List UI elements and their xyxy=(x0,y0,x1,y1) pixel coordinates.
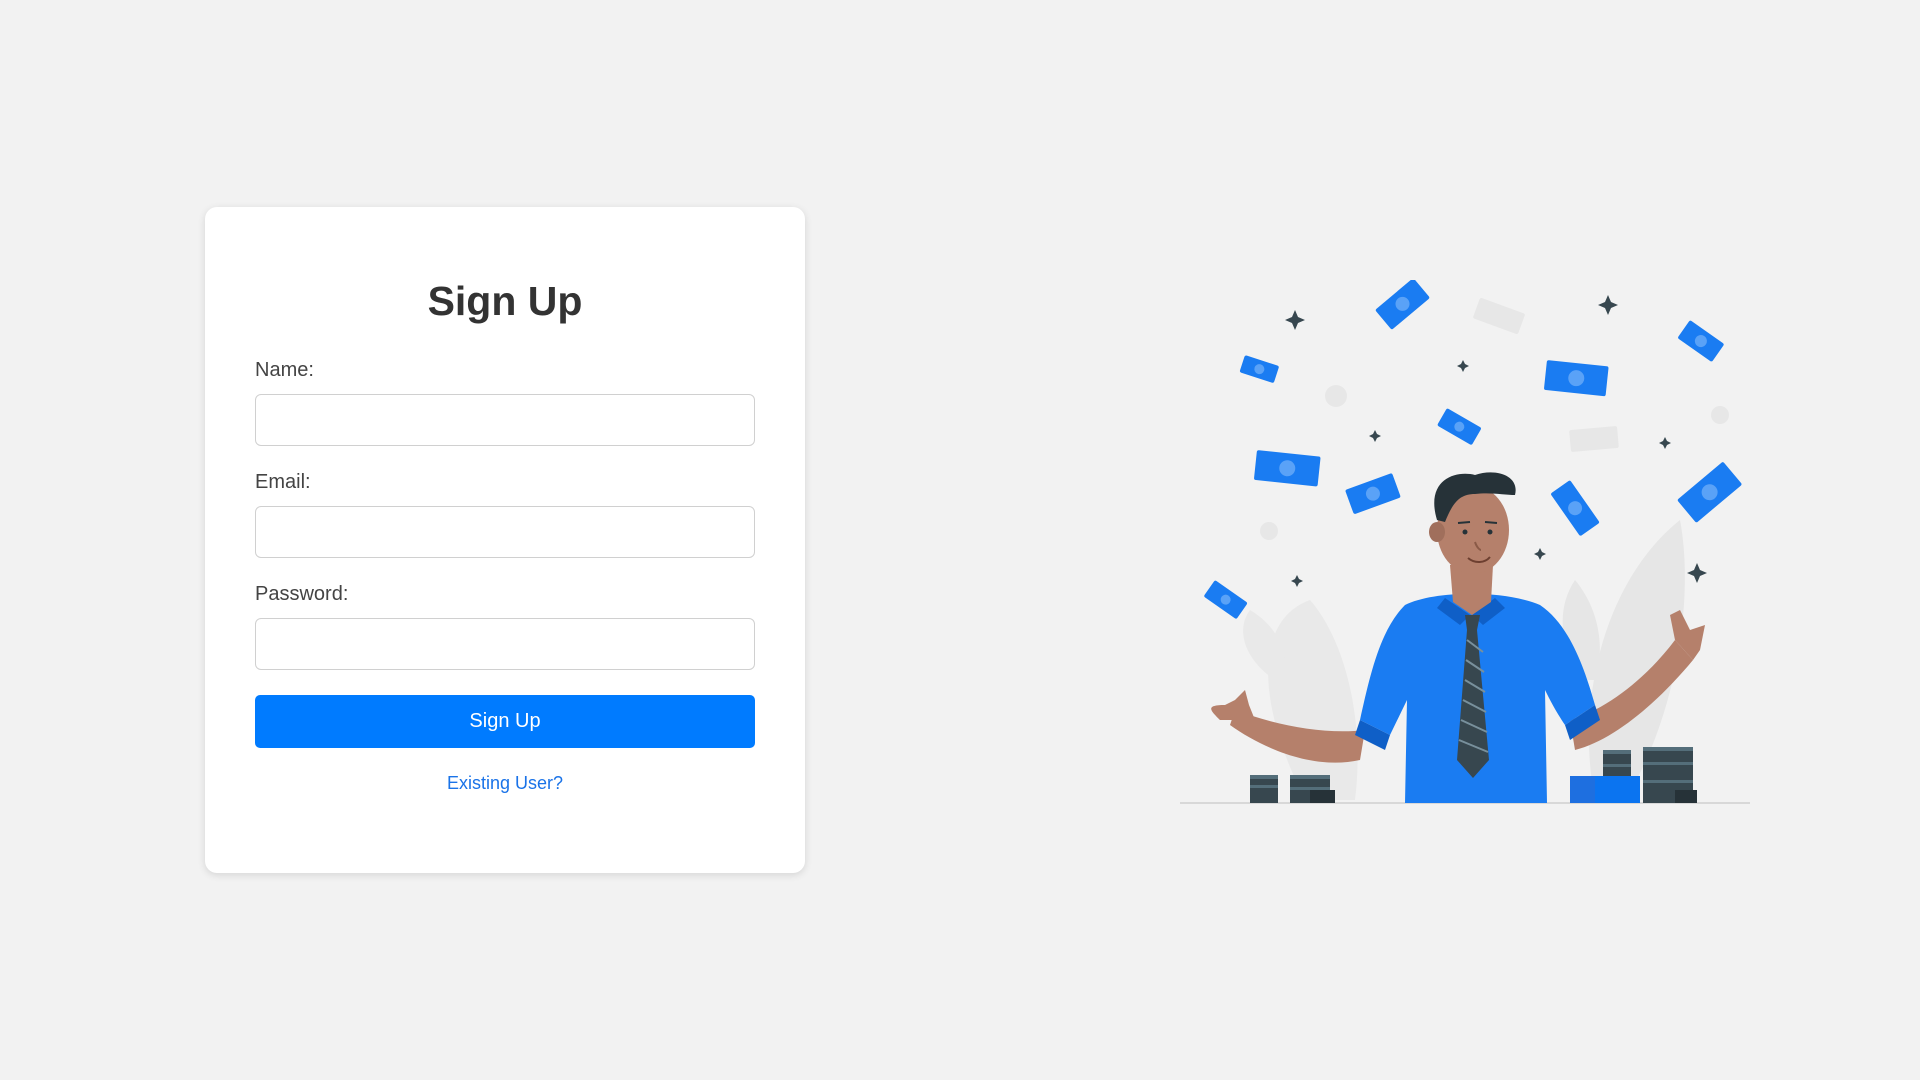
email-label: Email: xyxy=(255,471,311,493)
email-field-group: Email: xyxy=(255,472,755,558)
signup-card: Sign Up Name: Email: Password: Sign Up E… xyxy=(205,207,805,873)
page-title: Sign Up xyxy=(427,278,583,324)
page: Sign Up Name: Email: Password: Sign Up E… xyxy=(0,0,1920,1080)
money-stack-left-icon xyxy=(1250,775,1335,803)
password-label: Password: xyxy=(255,583,349,605)
name-field-group: Name: xyxy=(255,360,755,446)
name-label: Name: xyxy=(255,359,314,381)
name-input[interactable] xyxy=(255,394,755,446)
man-with-money-illustration xyxy=(1180,280,1750,804)
leaf-left-icon xyxy=(1243,600,1358,800)
password-input[interactable] xyxy=(255,618,755,670)
email-input[interactable] xyxy=(255,506,755,558)
password-field-group: Password: xyxy=(255,584,755,670)
sign-up-button[interactable]: Sign Up xyxy=(255,695,755,748)
existing-user-link[interactable]: Existing User? xyxy=(255,774,755,792)
